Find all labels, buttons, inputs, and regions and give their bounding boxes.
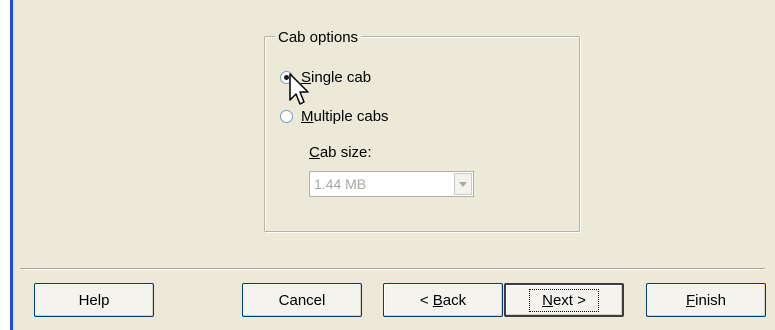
button-separator (20, 268, 765, 270)
multiple-cabs-label-text: ultiple cabs (313, 107, 389, 125)
cab-options-groupbox (264, 36, 580, 232)
next-accelerator: N (542, 291, 553, 309)
multiple-cabs-accelerator: M (301, 107, 314, 125)
cab-size-select[interactable]: 1.44 MB (309, 171, 474, 197)
multiple-cabs-option[interactable]: Multiple cabs (280, 106, 389, 126)
cab-size-label-text: ab size: (319, 144, 372, 161)
cab-size-accelerator: C (309, 144, 320, 161)
cab-size-value: 1.44 MB (314, 176, 367, 192)
single-cab-accelerator: S (301, 68, 312, 86)
single-cab-label-text: ingle cab (311, 68, 372, 86)
back-accelerator: B (432, 291, 443, 309)
cancel-button[interactable]: Cancel (242, 283, 362, 317)
next-button[interactable]: Next > (504, 283, 624, 317)
multiple-cabs-label[interactable]: Multiple cabs (301, 108, 389, 125)
help-button[interactable]: Help (34, 283, 154, 317)
finish-button[interactable]: Finish (646, 283, 766, 317)
finish-label-text: inish (695, 291, 727, 309)
groupbox-title: Cab options (275, 29, 362, 46)
single-cab-label[interactable]: Single cab (301, 69, 371, 86)
cab-size-label: Cab size: (309, 144, 372, 162)
finish-accelerator: F (685, 291, 696, 309)
back-button[interactable]: < Back (383, 283, 503, 317)
back-label-text: ack (442, 291, 467, 309)
multiple-cabs-radio[interactable] (280, 109, 293, 123)
single-cab-radio[interactable] (280, 70, 293, 84)
next-focus-ring: Next > (529, 288, 599, 312)
chevron-down-icon[interactable] (454, 173, 472, 195)
radio-selected-dot (284, 74, 289, 80)
next-label-text: ext > (552, 291, 586, 309)
back-prefix: < (419, 291, 433, 309)
single-cab-option[interactable]: Single cab (280, 67, 371, 87)
